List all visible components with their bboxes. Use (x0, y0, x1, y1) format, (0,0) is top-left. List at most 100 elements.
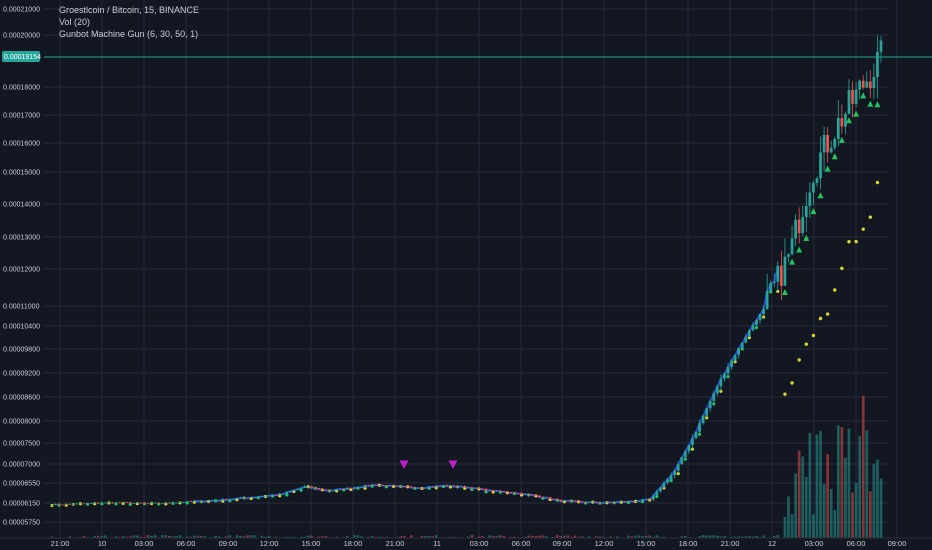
candle-body (858, 80, 862, 90)
x-tick-label: 12:00 (595, 539, 614, 548)
x-tick-label: 21:00 (51, 539, 70, 548)
psar-dot (206, 499, 211, 504)
candle-body (662, 482, 666, 488)
volume-bar (801, 456, 805, 538)
candle-body (171, 503, 175, 504)
candle-body (267, 495, 271, 497)
candle-body (573, 500, 577, 502)
candle-body (136, 502, 139, 504)
candle-body (214, 500, 218, 502)
candle-body (506, 491, 509, 493)
candle-body (755, 320, 758, 325)
candle-body (260, 496, 264, 498)
y-tick-label: 0.00006550 (3, 481, 40, 488)
candle-body (221, 499, 225, 501)
candle-body (210, 500, 214, 502)
psar-dot (847, 240, 851, 244)
candle-body (580, 501, 584, 503)
y-tick-label: 0.00007500 (3, 441, 40, 448)
candle-body (299, 487, 303, 490)
candle-body (520, 493, 524, 495)
candle-body (477, 487, 481, 489)
volume-bar (829, 488, 833, 538)
candle-body (708, 400, 712, 409)
y-tick-label: 0.00013000 (3, 235, 40, 242)
candle-body (449, 485, 452, 487)
candle-body (289, 491, 292, 493)
volume-bar (804, 476, 808, 538)
y-tick-label: 0.00009200 (3, 371, 40, 378)
candle-body (253, 497, 257, 498)
candle-body (118, 502, 121, 504)
candle-body (865, 81, 869, 88)
candle-body (377, 484, 381, 486)
candle-body (281, 493, 285, 495)
candle-body (86, 503, 89, 505)
x-tick-label: 06:00 (512, 539, 531, 548)
candle-body (331, 490, 335, 491)
x-tick-label: 15:00 (302, 539, 321, 548)
candle-body (50, 505, 54, 506)
candle-body (182, 502, 185, 503)
candle-body (232, 498, 235, 500)
volume-bar (790, 514, 794, 538)
candle-body (466, 487, 470, 489)
candle-body (367, 485, 371, 487)
price-chart[interactable]: 0.00021000 0.00020000 0.00018000 0.00017000… (0, 0, 932, 550)
candle-body (769, 283, 773, 292)
candle-body (296, 489, 299, 491)
candle-body (562, 500, 566, 502)
volume-bar (844, 457, 847, 538)
candle-body (815, 178, 819, 183)
candle-body (730, 360, 733, 368)
candle-body (619, 501, 623, 503)
candle-body (224, 499, 228, 500)
candle-body (175, 502, 178, 504)
candle-body (57, 503, 61, 505)
candle-body (317, 487, 321, 490)
candle-body (744, 336, 748, 343)
candle-body (481, 488, 484, 490)
candle-body (854, 89, 858, 104)
candle-body (54, 503, 57, 506)
candle-body (96, 502, 100, 504)
psar-dot (818, 316, 823, 321)
candle-body (616, 501, 620, 503)
candle-body (687, 445, 691, 452)
candle-body (847, 90, 851, 114)
candle-body (527, 493, 531, 495)
candle-body (328, 490, 331, 492)
psar-dot (391, 484, 396, 488)
volume-bar (868, 491, 872, 538)
candle-body (637, 500, 641, 502)
candle-body (420, 487, 424, 489)
candle-body (143, 503, 146, 504)
volume-bar (822, 483, 826, 538)
candle-body (861, 80, 865, 88)
x-tick-label: 03:00 (470, 539, 489, 548)
x-tick-label: 18:00 (344, 539, 363, 548)
candle-body (851, 90, 854, 104)
candle-body (335, 489, 338, 491)
candle-body (128, 502, 132, 504)
candle-body (584, 502, 588, 503)
candle-body (64, 503, 68, 505)
psar-dot (825, 312, 830, 316)
candle-body (228, 499, 232, 501)
candle-body (431, 486, 435, 488)
candle-body (257, 496, 260, 498)
candle-body (242, 497, 246, 499)
candle-body (794, 219, 797, 239)
candle-body (648, 499, 652, 501)
candle-body (570, 500, 573, 502)
candle-body (363, 485, 367, 487)
candle-body (139, 502, 143, 504)
candle-body (399, 485, 403, 487)
candle-body (285, 492, 289, 494)
candle-body (292, 490, 296, 492)
chart-container[interactable]: 0.00021000 0.00020000 0.00018000 0.00017000… (0, 0, 932, 550)
candle-body (627, 501, 630, 502)
candle-body (683, 451, 687, 458)
candle-body (239, 497, 242, 499)
legend-volume: Vol (20) (59, 17, 90, 27)
